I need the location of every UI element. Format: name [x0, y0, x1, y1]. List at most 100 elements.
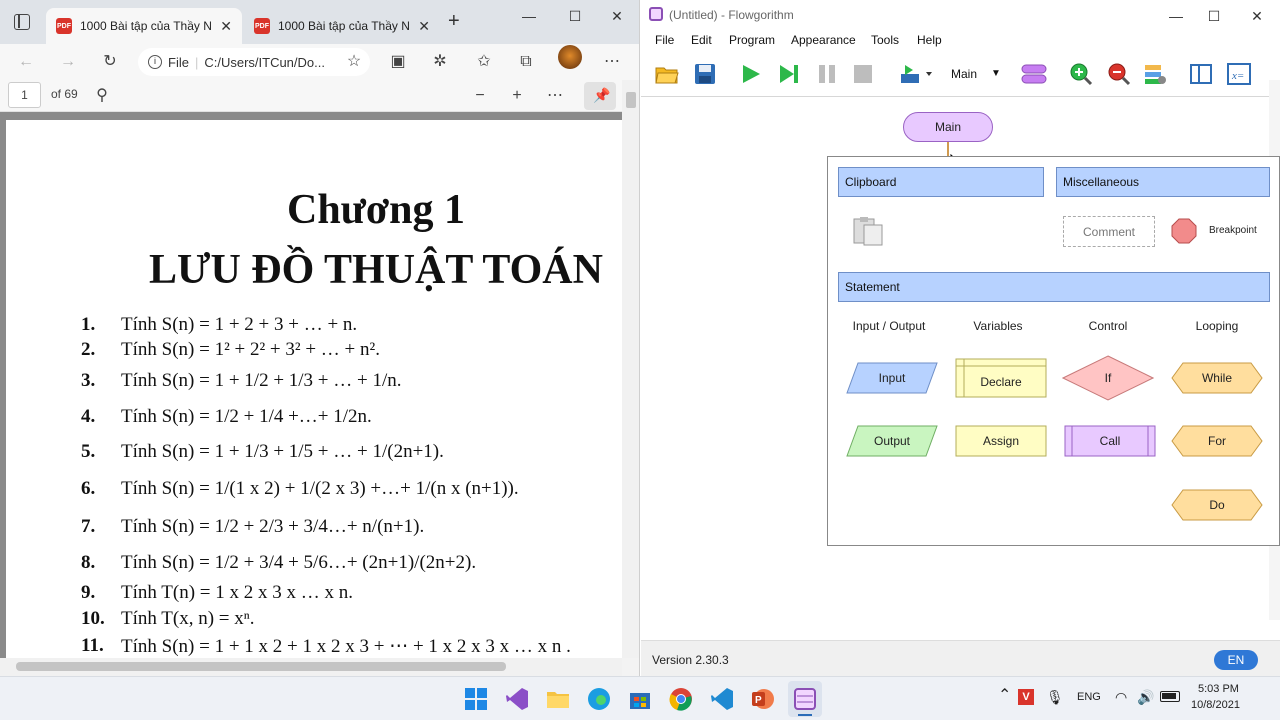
volume-icon[interactable]: 🔊	[1137, 689, 1154, 706]
refresh-icon[interactable]: ↻	[98, 50, 122, 74]
address-path: C:/Users/ITCun/Do...	[204, 54, 325, 70]
section-miscellaneous: Miscellaneous	[1056, 167, 1270, 197]
declare-shape[interactable]: Declare	[955, 358, 1047, 398]
close-tab-icon[interactable]: ✕	[220, 18, 232, 35]
more-options-icon[interactable]: ⋯	[543, 84, 567, 108]
close-tab-icon[interactable]: ✕	[418, 18, 430, 35]
pause-icon[interactable]	[815, 62, 839, 86]
stop-icon[interactable]	[851, 62, 875, 86]
call-shape[interactable]: Call	[1064, 425, 1156, 457]
zoom-in-icon[interactable]: +	[505, 84, 529, 108]
assign-shape[interactable]: Assign	[955, 425, 1047, 457]
column-looping: Looping	[1195, 319, 1239, 333]
collections-icon[interactable]: ⧉	[514, 50, 538, 74]
open-folder-icon[interactable]	[655, 62, 679, 86]
start-icon[interactable]	[464, 687, 488, 711]
main-start-shape[interactable]: Main	[903, 112, 993, 142]
antivirus-icon[interactable]: V	[1018, 689, 1034, 705]
chrome-icon[interactable]	[669, 687, 693, 711]
problem-item: 4. Tính S(n) = 1/2 + 1/4 +…+ 1/2n.	[81, 406, 372, 427]
menu-edit[interactable]: Edit	[691, 33, 712, 47]
status-bar: Version 2.30.3 EN	[641, 640, 1280, 676]
menu-tools[interactable]: Tools	[871, 33, 899, 47]
layout-window-icon[interactable]	[1189, 62, 1213, 86]
tab-pdf-1[interactable]: PDF 1000 Bài tập của Thầy Nguy ✕	[46, 8, 242, 44]
more-menu-icon[interactable]: ⋯	[600, 50, 624, 74]
vertical-scrollbar[interactable]	[622, 80, 639, 658]
powerpoint-icon[interactable]: P	[751, 687, 775, 711]
search-icon[interactable]: ⚲	[90, 84, 114, 108]
zoom-out-icon[interactable]: −	[468, 84, 492, 108]
horizontal-scrollbar[interactable]	[0, 658, 622, 676]
wifi-icon[interactable]: ◠	[1115, 689, 1127, 706]
problem-item: 11. Tính S(n) = 1 + 1 x 2 + 1 x 2 x 3 + ⋯…	[81, 635, 571, 657]
run-icon[interactable]	[739, 62, 763, 86]
input-shape[interactable]: Input	[846, 362, 938, 394]
page-number-input[interactable]: 1	[8, 82, 41, 108]
input-method[interactable]: ENG	[1077, 691, 1101, 703]
maximize-icon[interactable]: ☐	[560, 4, 590, 28]
favorites-icon[interactable]: ✩	[472, 50, 496, 74]
do-shape[interactable]: Do	[1171, 489, 1263, 521]
flowgorithm-taskbar-icon[interactable]	[788, 681, 822, 717]
avatar[interactable]	[558, 45, 582, 69]
close-icon[interactable]: ✕	[602, 4, 632, 28]
step-icon[interactable]	[777, 62, 801, 86]
flow-connector[interactable]	[947, 142, 949, 156]
canvas-horizontal-scrollbar[interactable]	[641, 624, 1269, 640]
forward-icon[interactable]: →	[56, 50, 80, 74]
function-select[interactable]: Main ▼	[945, 62, 1007, 86]
problem-item: 3. Tính S(n) = 1 + 1/2 + 1/3 + … + 1/n.	[81, 370, 402, 391]
menu-program[interactable]: Program	[729, 33, 775, 47]
output-shape[interactable]: Output	[846, 425, 938, 457]
maximize-icon[interactable]: ☐	[1199, 4, 1229, 28]
run-speed-icon[interactable]	[899, 62, 935, 86]
minimize-icon[interactable]: —	[1161, 4, 1191, 28]
tab-pdf-2[interactable]: PDF 1000 Bài tập của Thầy Nguy ✕	[244, 8, 440, 44]
new-tab-button[interactable]: +	[448, 10, 460, 33]
extensions-icon[interactable]: ✲	[428, 50, 452, 74]
section-clipboard: Clipboard	[838, 167, 1044, 197]
taskbar: P ⌃ V 🎙 ENG ◠ 🔊 5:03 PM 10/8/2021	[0, 676, 1280, 720]
problem-item: 8. Tính S(n) = 1/2 + 3/4 + 5/6…+ (2n+1)/(…	[81, 552, 477, 573]
clock-time[interactable]: 5:03 PM	[1198, 683, 1239, 695]
function-manager-icon[interactable]	[1021, 62, 1047, 86]
immersive-reader-icon[interactable]: ▣	[386, 50, 410, 74]
zoom-out-icon[interactable]	[1107, 62, 1131, 86]
back-icon[interactable]: ←	[14, 50, 38, 74]
tab-actions-icon[interactable]	[14, 14, 30, 30]
visual-studio-icon[interactable]	[505, 687, 529, 711]
save-icon[interactable]	[693, 62, 717, 86]
tab-title: 1000 Bài tập của Thầy Nguy	[80, 19, 212, 33]
menu-appearance[interactable]: Appearance	[791, 33, 856, 47]
address-bar[interactable]: i File | C:/Users/ITCun/Do...	[138, 48, 370, 76]
tray-chevron-icon[interactable]: ⌃	[998, 685, 1011, 705]
clock-date[interactable]: 10/8/2021	[1191, 699, 1240, 711]
menu-file[interactable]: File	[655, 33, 674, 47]
store-icon[interactable]	[628, 687, 652, 711]
edge-window: PDF 1000 Bài tập của Thầy Nguy ✕ PDF 100…	[0, 0, 640, 676]
for-shape[interactable]: For	[1171, 425, 1263, 457]
if-shape[interactable]: If	[1062, 355, 1154, 401]
clipboard-paste-icon[interactable]	[852, 217, 886, 252]
close-icon[interactable]: ✕	[1242, 4, 1272, 28]
microphone-icon[interactable]: 🎙	[1046, 689, 1064, 706]
variable-watch-icon[interactable]	[1143, 62, 1167, 86]
pdf-viewport[interactable]: Chương 1 LƯU ĐỒ THUẬT TOÁN 1. Tính S(n) =…	[0, 112, 622, 660]
zoom-in-icon[interactable]	[1069, 62, 1093, 86]
pin-toolbar-button[interactable]: 📌	[584, 82, 616, 110]
language-badge[interactable]: EN	[1214, 650, 1258, 670]
minimize-icon[interactable]: —	[514, 4, 544, 28]
comment-shape[interactable]: Comment	[1063, 216, 1155, 247]
favorite-add-icon[interactable]: ☆	[342, 50, 366, 74]
edge-icon[interactable]	[587, 687, 611, 711]
menu-help[interactable]: Help	[917, 33, 942, 47]
breakpoint-icon[interactable]	[1171, 218, 1197, 249]
file-explorer-icon[interactable]	[546, 687, 570, 711]
vscode-icon[interactable]	[710, 687, 734, 711]
while-shape[interactable]: While	[1171, 362, 1263, 394]
battery-icon[interactable]	[1160, 691, 1180, 702]
chapter-title: Chương 1	[286, 187, 465, 233]
source-code-icon[interactable]: x=	[1227, 62, 1251, 86]
pdf-toolbar: 1 of 69 ⚲ − + ⋯ 📌	[0, 80, 622, 112]
